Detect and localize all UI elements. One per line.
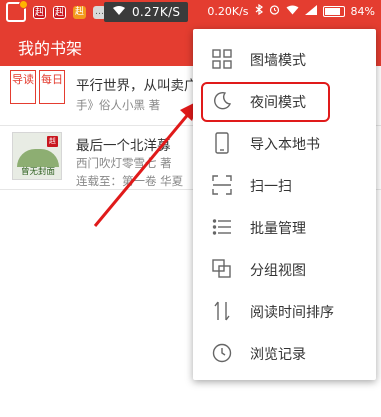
network-speed-overlay: 0.27K/S xyxy=(104,2,189,22)
scan-icon xyxy=(211,175,233,195)
group-icon xyxy=(211,259,233,279)
notification-app-icon xyxy=(6,0,28,22)
wifi-icon xyxy=(112,5,126,19)
wifi-signal-icon xyxy=(286,5,299,18)
menu-item-import-local[interactable]: 导入本地书 xyxy=(193,125,376,161)
bluetooth-icon xyxy=(255,3,263,18)
battery-icon xyxy=(322,5,345,17)
grid-icon xyxy=(211,49,233,69)
clock-icon xyxy=(211,343,233,363)
book-author: 手》俗人小黑 著 xyxy=(76,98,161,112)
menu-item-grid-mode[interactable]: 图墙模式 xyxy=(193,41,376,77)
status-app-icon: 赳 xyxy=(73,5,86,19)
status-left-icons: 赳 赳 赳 … xyxy=(6,0,106,22)
alarm-icon xyxy=(269,4,280,18)
sort-icon xyxy=(211,301,233,321)
status-app-icon: 赳 xyxy=(33,5,46,19)
network-speed: 0.27K/S xyxy=(132,5,181,19)
badge-label: 每日 xyxy=(39,70,65,104)
book-progress: 连载至：第一卷 华夏 xyxy=(76,174,184,188)
menu-item-label: 导入本地书 xyxy=(250,137,320,153)
menu-item-group-view[interactable]: 分组视图 xyxy=(193,251,376,287)
menu-item-label: 批量管理 xyxy=(250,221,306,237)
battery-percent: 84% xyxy=(350,4,375,18)
status-bar: 赳 赳 赳 … 0.27K/S 0.20K/s 84% xyxy=(0,0,381,24)
phone-icon xyxy=(211,132,233,154)
menu-item-label: 浏览记录 xyxy=(250,347,306,363)
book-author: 西门吹灯零雪七 著 xyxy=(76,156,172,170)
status-right-icons: 0.20K/s 84% xyxy=(207,3,375,18)
menu-item-scan[interactable]: 扫一扫 xyxy=(193,167,376,203)
menu-item-label: 阅读时间排序 xyxy=(250,305,334,321)
night-mode-highlight xyxy=(201,82,330,122)
book-title: 平行世界，从叫卖广 xyxy=(76,78,198,94)
daily-reading-badge: 导读 每日 xyxy=(10,70,66,104)
download-speed: 0.20K/s xyxy=(207,4,249,18)
menu-item-browse-history[interactable]: 浏览记录 xyxy=(193,335,376,371)
status-app-icon: 赳 xyxy=(53,5,66,19)
menu-item-label: 图墙模式 xyxy=(250,53,306,69)
badge-label: 导读 xyxy=(10,70,36,104)
menu-item-batch-manage[interactable]: 批量管理 xyxy=(193,209,376,245)
menu-item-label: 扫一扫 xyxy=(250,179,292,195)
cell-signal-icon xyxy=(304,4,317,18)
page-title: 我的书架 xyxy=(18,39,83,58)
book-cover: 赳 曾无封面 xyxy=(12,132,62,180)
book-title: 最后一个北洋募 xyxy=(76,138,171,154)
menu-item-label: 分组视图 xyxy=(250,263,306,279)
cover-stamp: 赳 xyxy=(47,136,58,147)
list-icon xyxy=(211,217,233,237)
cover-text: 曾无封面 xyxy=(20,167,55,177)
menu-item-sort-by-read-time[interactable]: 阅读时间排序 xyxy=(193,293,376,329)
